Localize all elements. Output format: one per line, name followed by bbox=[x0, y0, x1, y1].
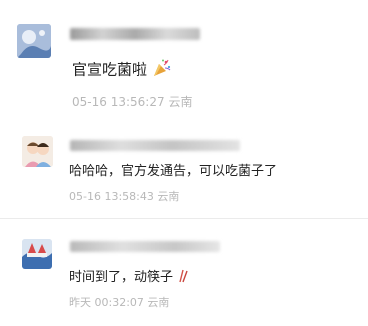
username-redacted bbox=[70, 140, 240, 151]
comment-item: 哈哈哈，官方发通告，可以吃菌子了 05-16 13:58:43 云南 bbox=[0, 118, 368, 218]
comment-list: 官宣吃菌啦 05-16 13:56:27 云南 哈哈哈，官方发通告，可以吃菌子了… bbox=[0, 0, 368, 326]
username-redacted bbox=[70, 241, 220, 252]
party-popper-icon bbox=[152, 58, 172, 82]
avatar[interactable] bbox=[22, 136, 53, 167]
comment-time: 00:32:07 bbox=[94, 296, 144, 309]
comment-meta: 昨天 00:32:07 云南 bbox=[69, 294, 169, 310]
avatar[interactable] bbox=[17, 24, 51, 58]
comment-date: 昨天 bbox=[69, 296, 91, 309]
comment-time: 13:58:43 bbox=[104, 190, 154, 203]
username-redacted bbox=[70, 28, 200, 40]
comment-meta: 05-16 13:58:43 云南 bbox=[69, 188, 179, 204]
comment-meta: 05-16 13:56:27 云南 bbox=[72, 93, 192, 110]
chopsticks-icon bbox=[177, 269, 189, 287]
comment-item: 官宣吃菌啦 05-16 13:56:27 云南 bbox=[0, 0, 368, 118]
comment-location: 云南 bbox=[157, 190, 180, 203]
comment-date: 05-16 bbox=[72, 95, 107, 109]
comment-text-body: 官宣吃菌啦 bbox=[72, 60, 148, 79]
comment-text: 官宣吃菌啦 bbox=[72, 58, 172, 82]
comment-text: 时间到了，动筷子 bbox=[69, 266, 189, 287]
comment-text-body: 时间到了，动筷子 bbox=[69, 270, 174, 285]
comment-location: 云南 bbox=[168, 95, 193, 109]
comment-item: 时间到了，动筷子 昨天 00:32:07 云南 bbox=[0, 219, 368, 326]
comment-time: 13:56:27 bbox=[110, 95, 165, 109]
comment-date: 05-16 bbox=[69, 190, 101, 203]
avatar[interactable] bbox=[22, 239, 52, 269]
comment-text: 哈哈哈，官方发通告，可以吃菌子了 bbox=[69, 164, 278, 179]
comment-location: 云南 bbox=[147, 296, 170, 309]
